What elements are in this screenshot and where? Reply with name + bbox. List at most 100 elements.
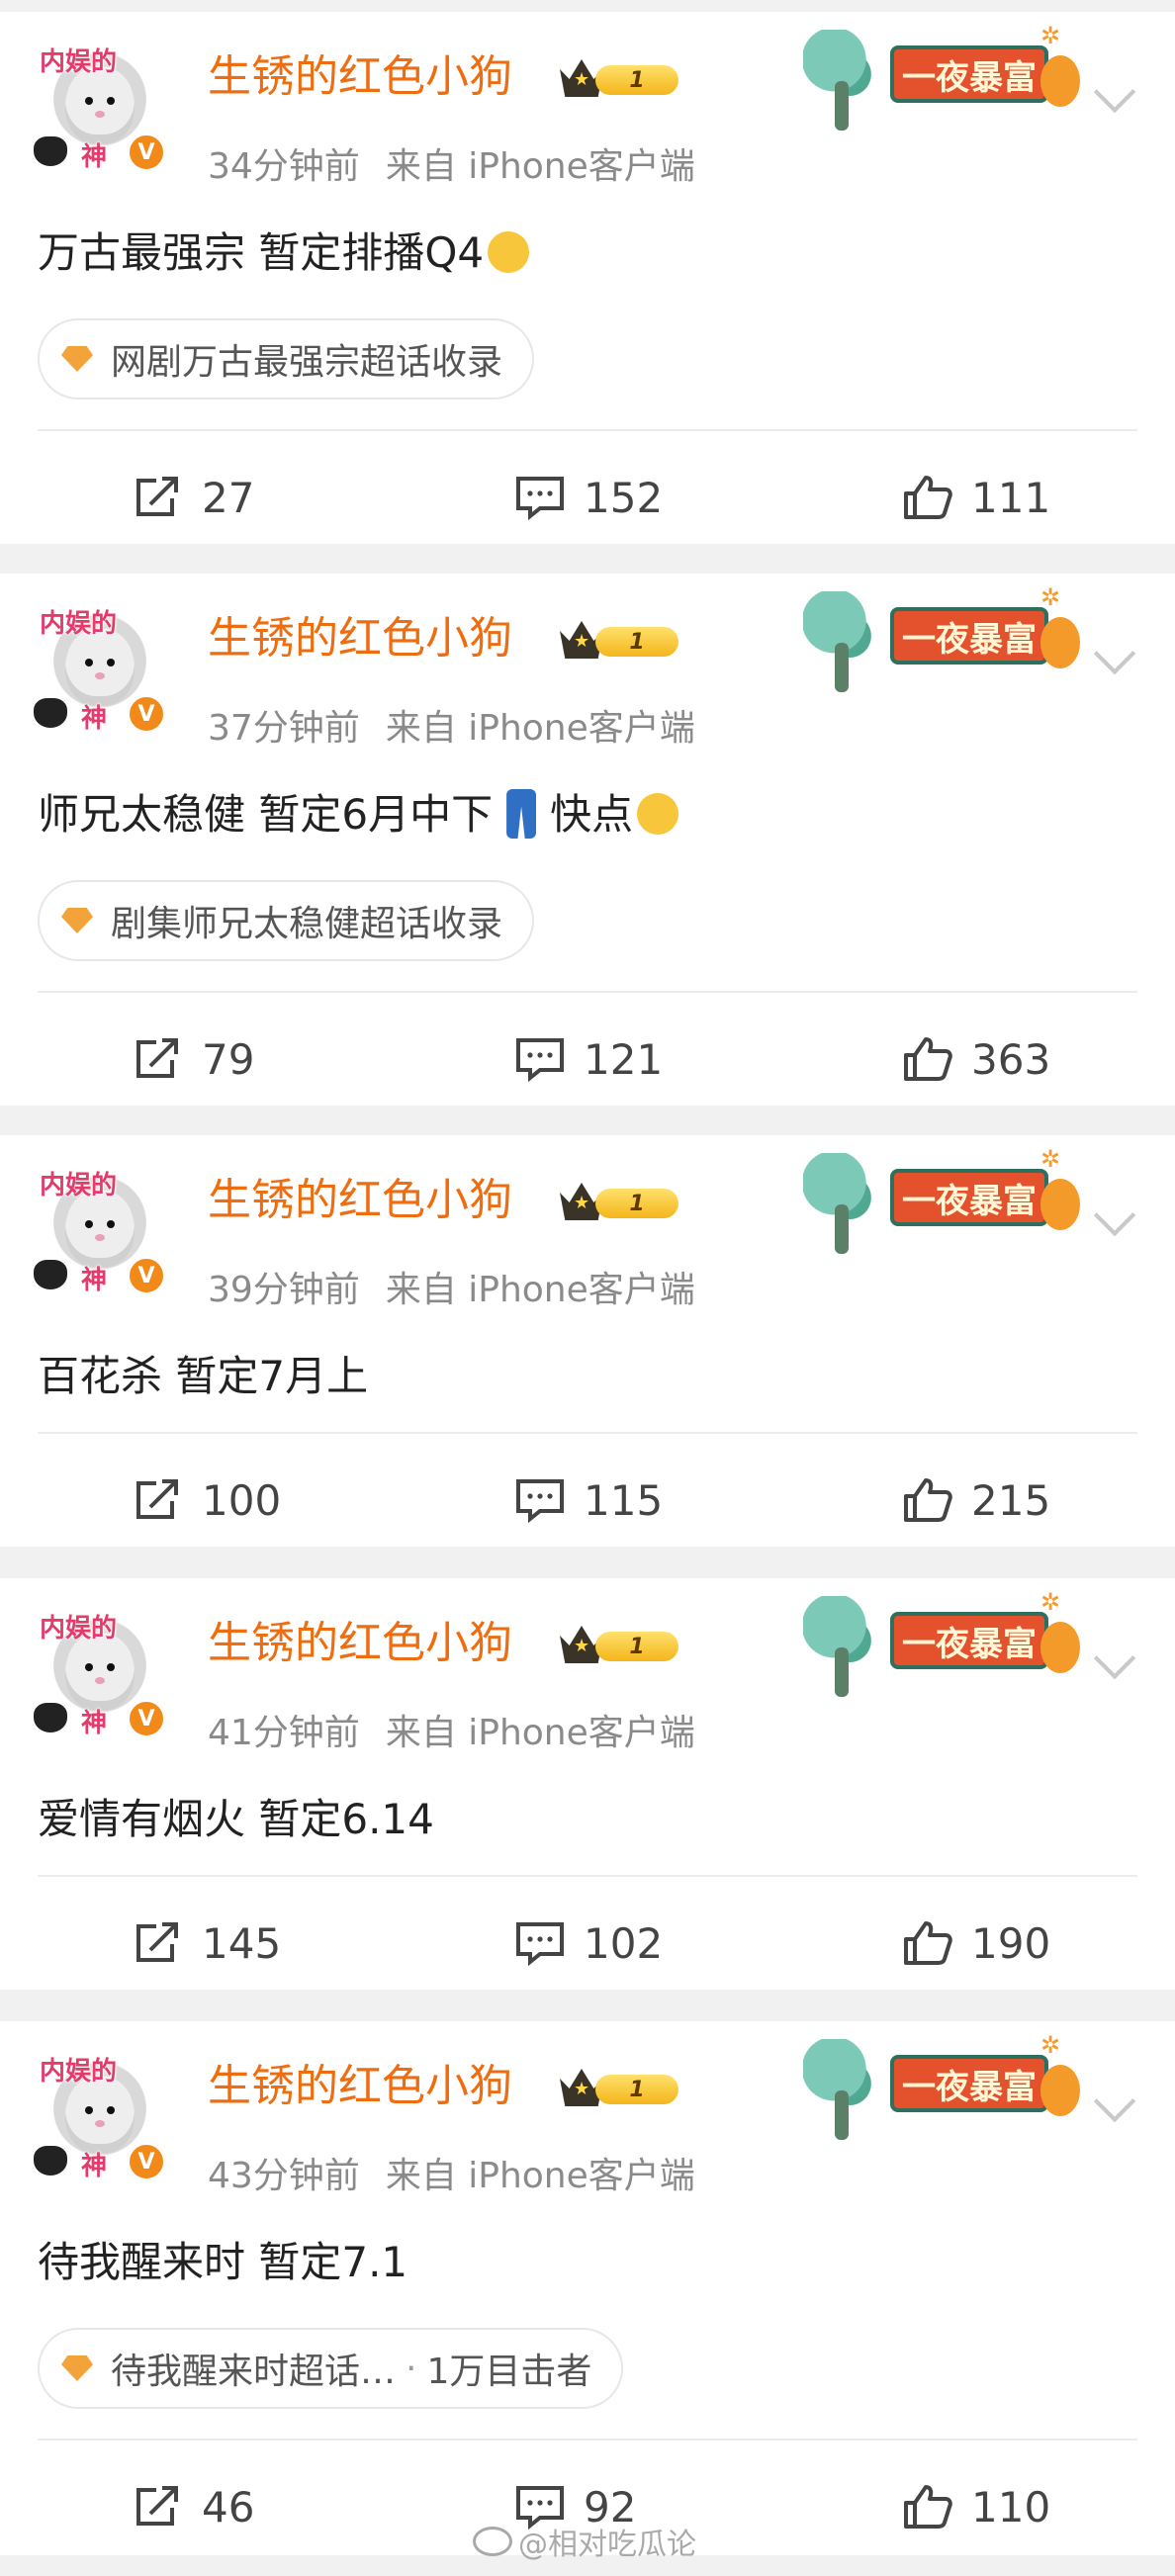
card-decoration[interactable]: 一夜暴富 ✲	[803, 1145, 1090, 1254]
share-button[interactable]: 46	[133, 2452, 254, 2561]
card-decoration[interactable]: 一夜暴富 ✲	[803, 1588, 1090, 1697]
comment-count: 121	[584, 1034, 664, 1084]
cat-icon	[34, 136, 67, 166]
share-icon	[136, 1922, 178, 1962]
cat-icon	[34, 1260, 67, 1289]
post-source[interactable]: 来自 iPhone客户端	[386, 146, 695, 187]
avatar-sticker-text: 神	[81, 704, 108, 734]
post-card: 内娱的 神 V 生锈的红色小狗 ★ 1 41分钟前 来自 iPhone客户端 一夜暴…	[0, 1578, 1175, 1990]
cat-icon	[34, 2146, 67, 2176]
post-meta: 41分钟前 来自 iPhone客户端	[208, 1711, 695, 1756]
thumbs-up-icon	[904, 476, 952, 519]
lantern-icon	[1040, 1179, 1080, 1230]
diamond-icon	[61, 908, 93, 933]
share-button[interactable]: 27	[133, 443, 254, 552]
like-count: 111	[971, 473, 1051, 522]
avatar-sticker-text: 神	[81, 1709, 108, 1738]
thumbs-up-icon	[904, 2485, 952, 2529]
share-count: 27	[202, 473, 255, 522]
topic-tag-label: 待我醒来时超话…	[111, 2352, 397, 2392]
action-bar: 79 121 363	[0, 1005, 1175, 1113]
comment-count: 115	[584, 1475, 664, 1525]
decoration-banner: 一夜暴富	[890, 1169, 1048, 1226]
comment-icon	[516, 1922, 564, 1966]
avatar-sticker-text: 内娱的	[40, 2057, 118, 2087]
comment-button[interactable]: 152	[514, 443, 663, 552]
like-count: 190	[971, 1918, 1051, 1968]
comment-count: 102	[584, 1918, 664, 1968]
vip-badge[interactable]: ★ 1	[560, 2065, 682, 2110]
avatar-sticker-text: 神	[81, 1266, 108, 1295]
avatar-sticker-text: 内娱的	[40, 1171, 118, 1200]
post-card: 内娱的 神 V 生锈的红色小狗 ★ 1 34分钟前 来自 iPhone客户端 一夜暴…	[0, 12, 1175, 544]
post-time: 39分钟前	[208, 1270, 360, 1310]
chevron-down-icon[interactable]	[1093, 2080, 1136, 2123]
like-button[interactable]: 215	[902, 1446, 1050, 1554]
avatar[interactable]: 内娱的 神 V	[34, 2051, 166, 2181]
comment-button[interactable]: 115	[514, 1446, 663, 1554]
card-decoration[interactable]: 一夜暴富 ✲	[803, 2031, 1090, 2140]
action-bar: 145 102 190	[0, 1889, 1175, 1998]
like-button[interactable]: 190	[902, 1889, 1050, 1998]
share-count: 145	[202, 1918, 282, 1968]
vip-badge[interactable]: ★ 1	[560, 617, 682, 663]
post-source[interactable]: 来自 iPhone客户端	[386, 1270, 695, 1310]
vip-badge[interactable]: ★ 1	[560, 1622, 682, 1667]
diamond-icon	[61, 2355, 93, 2381]
username[interactable]: 生锈的红色小狗	[208, 609, 512, 668]
separator-dot: ·	[406, 2348, 417, 2389]
post-card: 内娱的 神 V 生锈的红色小狗 ★ 1 43分钟前 来自 iPhone客户端 一夜暴…	[0, 2021, 1175, 2555]
topic-tag[interactable]: 待我醒来时超话… · 1万目击者	[38, 2328, 624, 2409]
topic-tag-label: 网剧万古最强宗超话收录	[111, 342, 503, 383]
share-button[interactable]: 79	[133, 1005, 254, 1113]
avatar[interactable]: 内娱的 神 V	[34, 603, 166, 734]
share-button[interactable]: 100	[133, 1446, 281, 1554]
comment-button[interactable]: 121	[514, 1005, 663, 1113]
crying-face-icon	[488, 231, 530, 273]
avatar[interactable]: 内娱的 神 V	[34, 42, 166, 172]
vip-badge[interactable]: ★ 1	[560, 55, 682, 101]
chevron-down-icon[interactable]	[1093, 1194, 1136, 1237]
like-button[interactable]: 110	[902, 2452, 1050, 2561]
vip-badge[interactable]: ★ 1	[560, 1179, 682, 1224]
card-decoration[interactable]: 一夜暴富 ✲	[803, 22, 1090, 131]
username[interactable]: 生锈的红色小狗	[208, 1171, 512, 1230]
verified-badge: V	[127, 694, 166, 734]
post-card: 内娱的 神 V 生锈的红色小狗 ★ 1 39分钟前 来自 iPhone客户端 一夜暴…	[0, 1135, 1175, 1547]
share-count: 100	[202, 1475, 282, 1525]
comment-button[interactable]: 102	[514, 1889, 663, 1998]
decoration-banner: 一夜暴富	[890, 2055, 1048, 2112]
post-meta: 34分钟前 来自 iPhone客户端	[208, 144, 695, 190]
share-button[interactable]: 145	[133, 1889, 281, 1998]
avatar[interactable]: 内娱的 神 V	[34, 1165, 166, 1295]
topic-tag[interactable]: 网剧万古最强宗超话收录	[38, 318, 535, 400]
username[interactable]: 生锈的红色小狗	[208, 1614, 512, 1673]
topic-tag-witnesses: 1万目击者	[426, 2352, 592, 2392]
avatar[interactable]: 内娱的 神 V	[34, 1608, 166, 1738]
card-decoration[interactable]: 一夜暴富 ✲	[803, 583, 1090, 692]
like-count: 215	[971, 1475, 1051, 1525]
chevron-down-icon[interactable]	[1093, 632, 1136, 675]
post-source[interactable]: 来自 iPhone客户端	[386, 2156, 695, 2196]
like-button[interactable]: 363	[902, 1005, 1050, 1113]
topic-tag[interactable]: 剧集师兄太稳健超话收录	[38, 880, 535, 961]
chevron-down-icon[interactable]	[1093, 70, 1136, 114]
post-text: 师兄太稳健 暂定6月中下 快点	[38, 785, 679, 844]
divider	[38, 991, 1137, 993]
like-button[interactable]: 111	[902, 443, 1050, 552]
post-source[interactable]: 来自 iPhone客户端	[386, 708, 695, 749]
username[interactable]: 生锈的红色小狗	[208, 2057, 512, 2116]
post-source[interactable]: 来自 iPhone客户端	[386, 1713, 695, 1753]
lantern-icon	[1040, 55, 1080, 107]
chevron-down-icon[interactable]	[1093, 1637, 1136, 1680]
thumbs-up-icon	[904, 1478, 952, 1522]
thumbs-up-icon	[904, 1037, 952, 1081]
verified-badge: V	[127, 1256, 166, 1295]
divider	[38, 1432, 1137, 1434]
username[interactable]: 生锈的红色小狗	[208, 47, 512, 107]
jeans-icon	[506, 789, 537, 839]
comment-count: 152	[584, 473, 664, 522]
post-card: 内娱的 神 V 生锈的红色小狗 ★ 1 37分钟前 来自 iPhone客户端 一夜暴…	[0, 574, 1175, 1106]
post-text: 百花杀 暂定7月上	[38, 1352, 369, 1400]
avatar-sticker-text: 神	[81, 2152, 108, 2181]
